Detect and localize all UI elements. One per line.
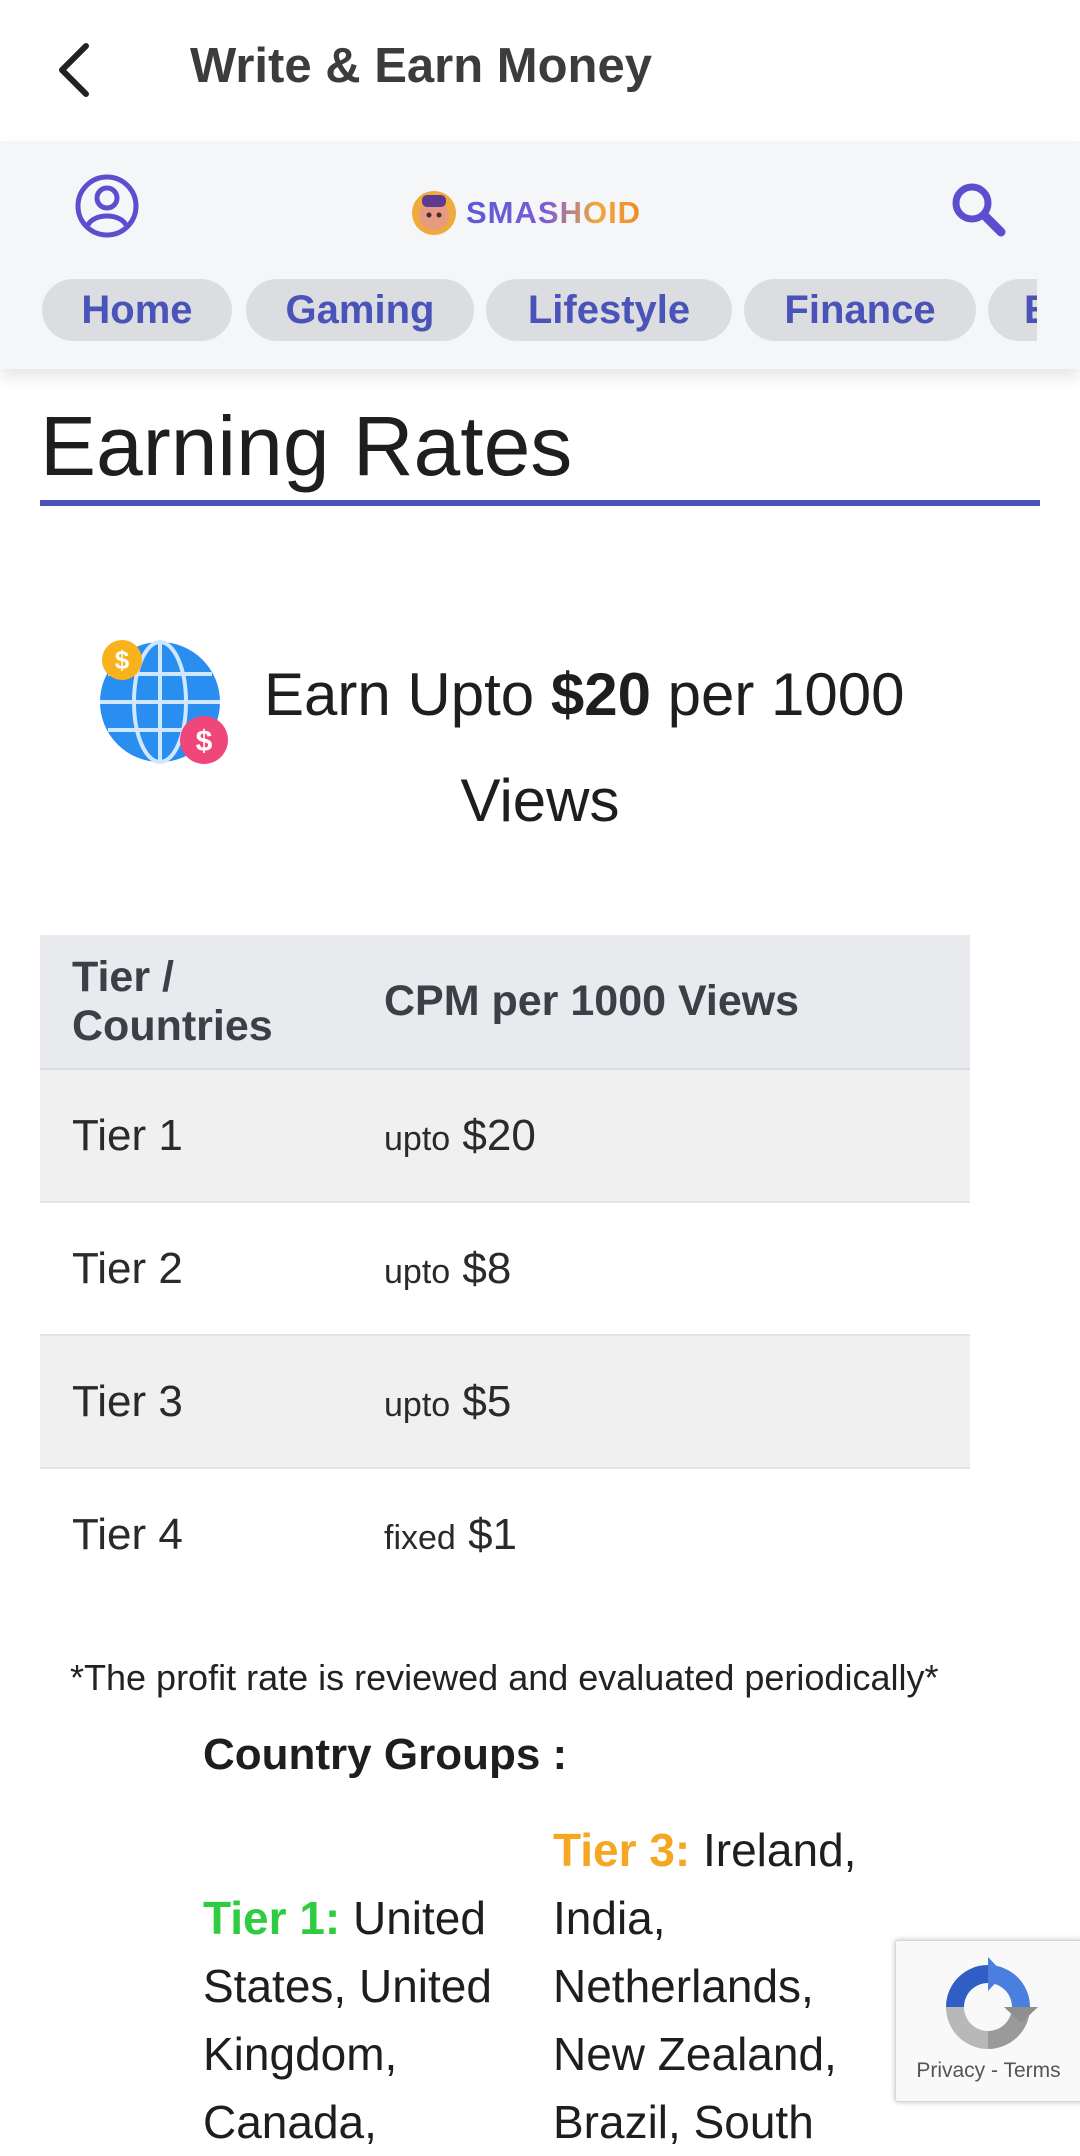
tier-cell: Tier 3: [40, 1335, 384, 1469]
profit-rate-footnote: *The profit rate is reviewed and evaluat…: [70, 1657, 939, 1698]
rate-cell: fixed $1: [384, 1468, 970, 1600]
rate-cell: upto $20: [384, 1069, 970, 1203]
app-bar: Write & Earn Money: [0, 0, 1080, 141]
earn-amount: $20: [550, 661, 651, 728]
tier1-label: Tier 1:: [203, 1892, 341, 1944]
rate-qualifier: fixed: [384, 1518, 456, 1557]
app-bar-title: Write & Earn Money: [190, 39, 652, 93]
earn-headline: Earn Upto $20 per 1000: [264, 660, 904, 729]
page-title: Earning Rates: [40, 399, 573, 493]
logo-text: SMASHOID: [466, 195, 642, 230]
rate-qualifier: upto: [384, 1252, 451, 1291]
site-logo[interactable]: SMASHOID: [408, 185, 641, 241]
recaptcha-separator: -: [985, 2059, 1004, 2082]
table-header-row: Tier / Countries CPM per 1000 Views: [40, 935, 970, 1070]
recaptcha-terms-link[interactable]: Terms: [1003, 2059, 1060, 2082]
recaptcha-privacy-link[interactable]: Privacy: [916, 2059, 985, 2082]
table-row: Tier 3 upto $5: [40, 1335, 970, 1469]
rate-cell: upto $5: [384, 1335, 970, 1469]
user-account-icon[interactable]: [74, 173, 140, 239]
earn-suffix: per 1000: [650, 661, 905, 728]
earn-headline-line2: Views: [460, 767, 620, 834]
nav-pill-e[interactable]: E: [988, 279, 1037, 341]
earn-prefix: Earn Upto: [264, 661, 551, 728]
recaptcha-links: Privacy - Terms: [896, 2059, 1080, 2083]
country-groups-title: Country Groups :: [203, 1730, 568, 1779]
globe-money-icon: $ $: [100, 640, 228, 764]
table-row: Tier 4 fixed $1: [40, 1468, 970, 1600]
nav-pill-home[interactable]: Home: [42, 279, 232, 341]
search-icon[interactable]: [948, 179, 1008, 239]
country-group-tier1: Tier 1: United States, United Kingdom, C…: [203, 1884, 523, 2156]
table-row: Tier 2 upto $8: [40, 1202, 970, 1336]
rate-cell: upto $8: [384, 1202, 970, 1336]
tier-cell: Tier 1: [40, 1069, 384, 1203]
svg-text:$: $: [196, 725, 213, 758]
svg-text:$: $: [115, 645, 130, 675]
rates-table: Tier / Countries CPM per 1000 Views Tier…: [40, 935, 970, 1600]
rate-value: $1: [468, 1509, 518, 1559]
rate-value: $5: [462, 1376, 512, 1426]
back-arrow-icon[interactable]: [52, 40, 96, 100]
nav-pill-gaming[interactable]: Gaming: [246, 279, 474, 341]
heading-underline: [40, 500, 1040, 506]
rate-value: $8: [462, 1243, 512, 1293]
table-row: Tier 1 upto $20: [40, 1069, 970, 1203]
tier-cell: Tier 4: [72, 1509, 183, 1559]
country-group-tier3: Tier 3: Ireland, India, Netherlands, New…: [553, 1816, 883, 2156]
recaptcha-badge[interactable]: Privacy - Terms: [895, 1940, 1080, 2102]
tier3-label: Tier 3:: [553, 1824, 691, 1876]
nav-pill-finance[interactable]: Finance: [744, 279, 976, 341]
rate-qualifier: upto: [384, 1385, 451, 1424]
recaptcha-logo-icon: [946, 1957, 1038, 2049]
table-header-cpm: CPM per 1000 Views: [384, 935, 970, 1070]
site-header: SMASHOID Home Gaming Lifestyle Finance E: [0, 141, 1080, 369]
rate-value: $20: [462, 1110, 536, 1160]
logo-mascot-icon: [412, 191, 456, 235]
nav-pill-lifestyle[interactable]: Lifestyle: [486, 279, 732, 341]
table-header-tier: Tier / Countries: [40, 935, 384, 1070]
rate-qualifier: upto: [384, 1119, 451, 1158]
category-nav: Home Gaming Lifestyle Finance E: [0, 279, 1037, 345]
tier-cell: Tier 2: [40, 1202, 384, 1336]
